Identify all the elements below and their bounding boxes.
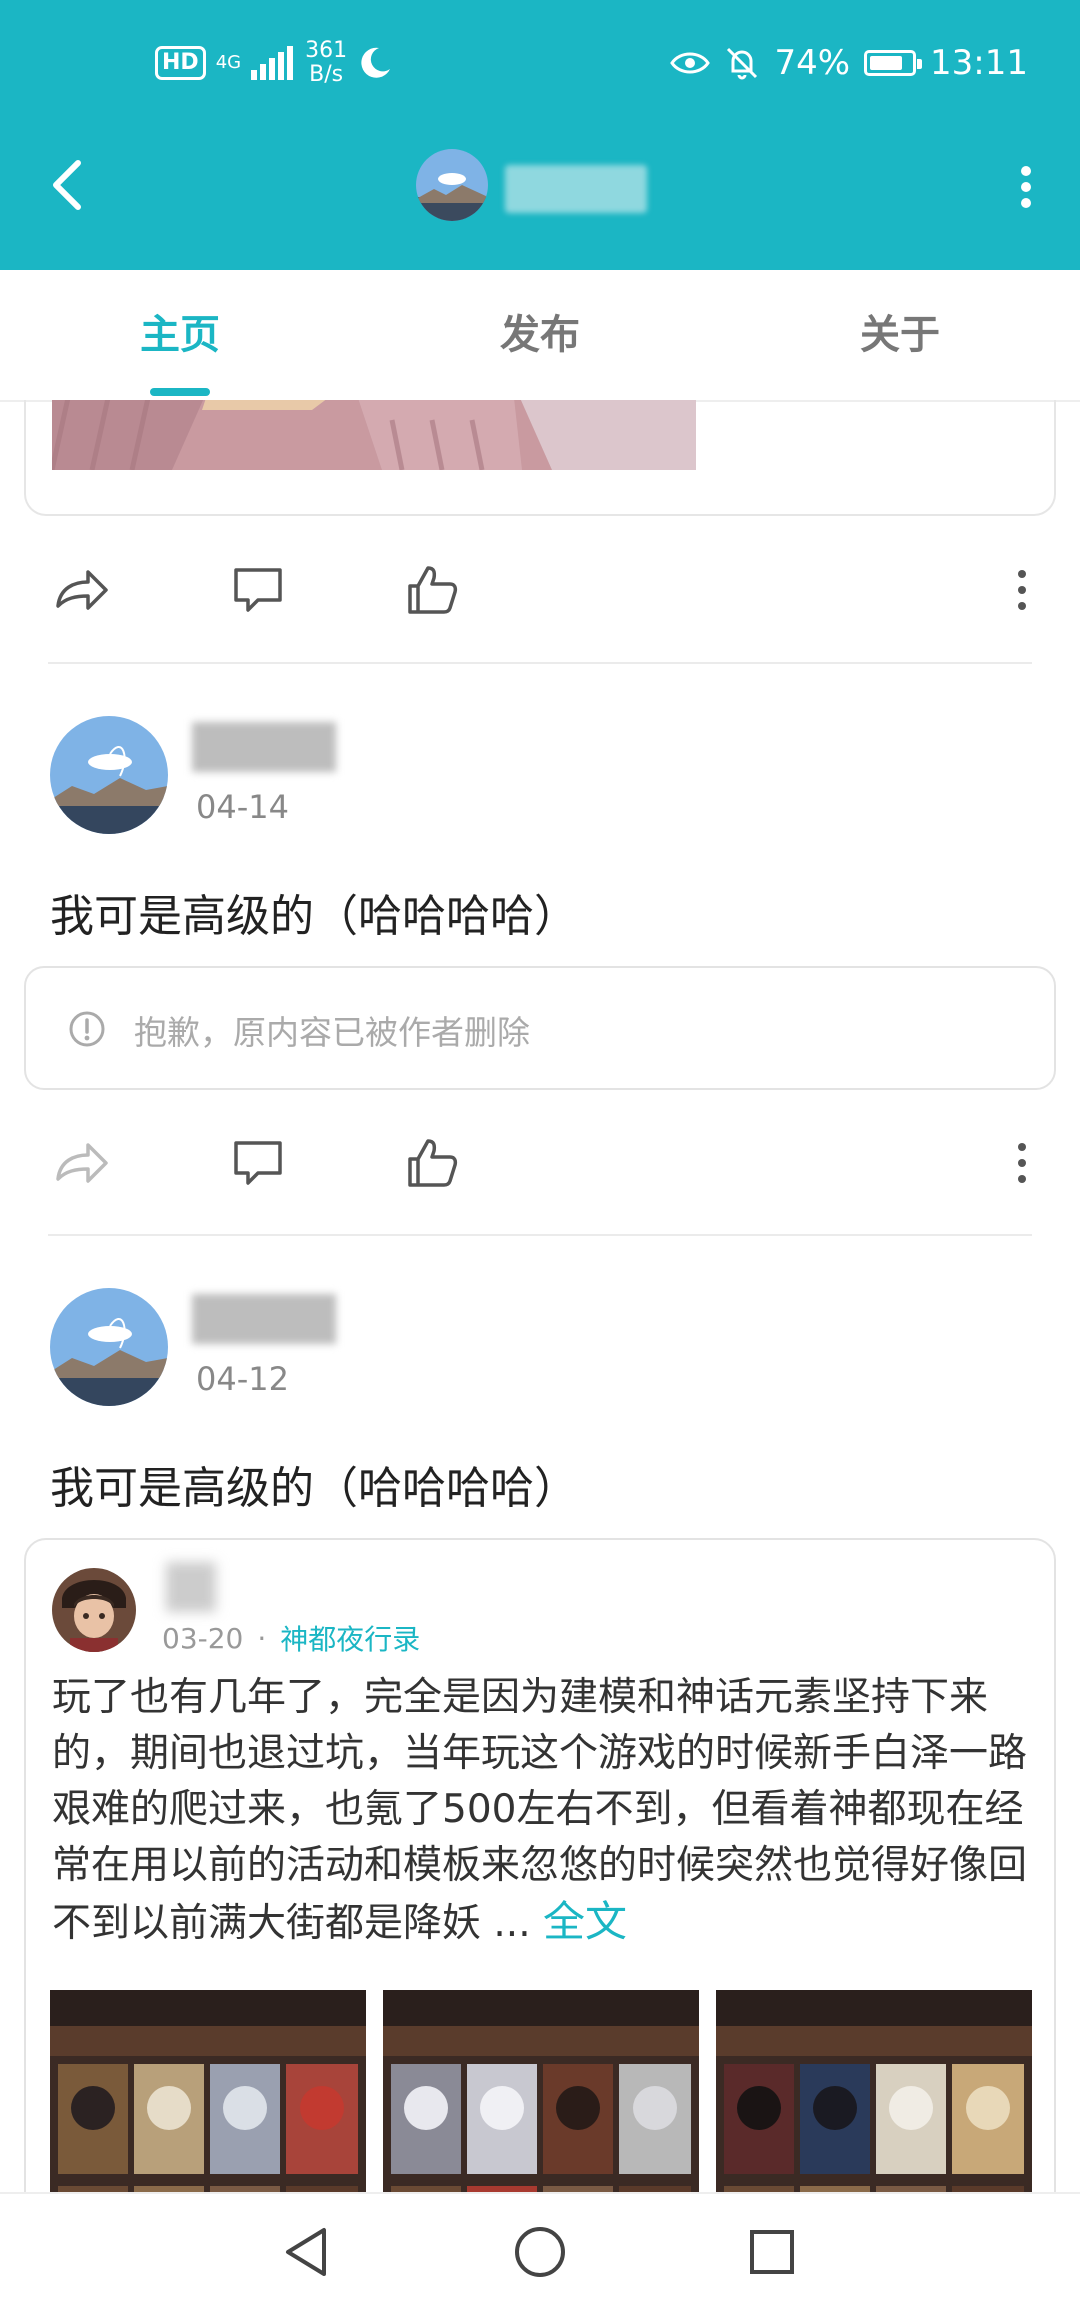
- repost-image[interactable]: [383, 1990, 699, 2192]
- network-indicator: 4G: [216, 54, 241, 72]
- nav-back-icon[interactable]: [276, 2220, 340, 2284]
- meta-separator: ·: [257, 1621, 267, 1655]
- active-tab-indicator: [150, 388, 210, 396]
- repost-body-text: 玩了也有几年了，完全是因为建模和神话元素坚持下来的，期间也退过坑，当年玩这个游戏…: [52, 1675, 1028, 1946]
- repost-meta: 03-20 · 神都夜行录: [162, 1618, 420, 1658]
- repost-topic-link[interactable]: 神都夜行录: [280, 1618, 420, 1658]
- battery-icon: [864, 50, 923, 76]
- moon-icon: [361, 47, 391, 78]
- eye-icon: [670, 52, 711, 74]
- post-actions: [0, 1108, 1080, 1218]
- network-speed: 361 B/s: [305, 39, 347, 87]
- post-actions: [0, 535, 1080, 645]
- profile-tabs: 主页 发布 关于: [0, 270, 1080, 402]
- repost-image-grid: [50, 1990, 1032, 2192]
- post-more-icon[interactable]: [1000, 1133, 1060, 1193]
- post-date: 04-14: [196, 788, 289, 826]
- nav-recent-icon[interactable]: [740, 2220, 804, 2284]
- signal-icon: [251, 46, 294, 80]
- user-avatar[interactable]: [50, 716, 168, 834]
- repost-body[interactable]: 玩了也有几年了，完全是因为建模和神话元素坚持下来的，期间也退过坑，当年玩这个游戏…: [52, 1670, 1034, 1952]
- speed-value: 361: [305, 38, 348, 63]
- share-icon[interactable]: [52, 1133, 112, 1193]
- info-icon: [69, 1011, 105, 1047]
- network-type: 4G: [215, 52, 242, 73]
- hd-badge: HD: [155, 46, 206, 80]
- back-icon[interactable]: [40, 153, 100, 217]
- user-avatar[interactable]: [50, 1288, 168, 1406]
- top-bar: HD 4G 361 B/s 74% 13:11: [0, 0, 1080, 270]
- speed-unit: B/s: [309, 62, 344, 87]
- previous-post-card[interactable]: [24, 400, 1056, 516]
- repost-image[interactable]: [716, 1990, 1032, 2192]
- read-more-link[interactable]: 全文: [543, 1897, 627, 1946]
- profile-avatar[interactable]: [416, 149, 488, 221]
- post-feed: 04-14 我可是高级的（哈哈哈哈） 抱歉，原内容已被作者删除 04-12 我可…: [0, 400, 1080, 2192]
- bell-off-icon: [727, 47, 758, 80]
- deleted-content-box: 抱歉，原内容已被作者删除: [24, 966, 1056, 1090]
- divider: [48, 1234, 1032, 1236]
- repost-ellipsis: ...: [481, 1901, 531, 1946]
- profile-name-blurred: [505, 165, 647, 213]
- repost-card[interactable]: 03-20 · 神都夜行录 玩了也有几年了，完全是因为建模和神话元素坚持下来的，…: [24, 1538, 1056, 2192]
- battery-percent: 74%: [774, 43, 851, 83]
- comment-icon[interactable]: [228, 1133, 288, 1193]
- tab-publish[interactable]: 发布: [360, 270, 720, 400]
- username-blurred: [192, 722, 336, 772]
- repost-date: 03-20: [162, 1621, 244, 1655]
- repost-author-blurred: [166, 1562, 216, 1612]
- post-text: 我可是高级的（哈哈哈哈）: [50, 891, 578, 942]
- divider: [48, 662, 1032, 664]
- more-vertical-icon[interactable]: [1014, 157, 1038, 217]
- like-icon[interactable]: [402, 1133, 462, 1193]
- tab-home[interactable]: 主页: [0, 270, 360, 400]
- status-bar: HD 4G 361 B/s 74% 13:11: [0, 0, 1080, 125]
- post-image[interactable]: [52, 400, 696, 470]
- tab-about[interactable]: 关于: [720, 270, 1080, 400]
- status-right: 74% 13:11: [670, 36, 1028, 90]
- post-text: 我可是高级的（哈哈哈哈）: [50, 1463, 578, 1514]
- system-nav-bar: [0, 2192, 1080, 2312]
- nav-home-icon[interactable]: [508, 2220, 572, 2284]
- comment-icon[interactable]: [228, 560, 288, 620]
- status-left: HD 4G 361 B/s: [155, 36, 393, 90]
- share-icon[interactable]: [52, 560, 112, 620]
- post-more-icon[interactable]: [1000, 560, 1060, 620]
- app-bar: [0, 125, 1080, 270]
- username-blurred: [192, 1294, 336, 1344]
- like-icon[interactable]: [402, 560, 462, 620]
- post-date: 04-12: [196, 1360, 289, 1398]
- clock: 13:11: [930, 43, 1028, 83]
- repost-image[interactable]: [50, 1990, 366, 2192]
- repost-author-avatar[interactable]: [52, 1568, 136, 1652]
- deleted-notice: 抱歉，原内容已被作者删除: [134, 1013, 530, 1052]
